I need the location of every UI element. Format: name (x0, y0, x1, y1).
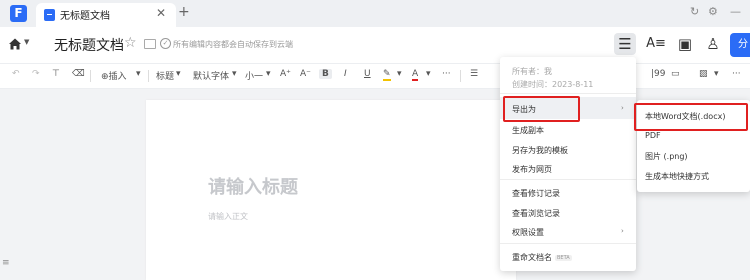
font-size-select[interactable]: 小一 (245, 69, 263, 82)
more-options-icon[interactable]: ··· (732, 69, 741, 79)
close-icon[interactable]: ✕ (156, 6, 166, 20)
redo-icon[interactable]: ↷ (32, 69, 40, 79)
chevron-down-icon[interactable]: ▼ (24, 38, 29, 46)
toolbar-divider (460, 70, 461, 82)
sync-icon[interactable]: ↻ (690, 5, 699, 18)
bold-button[interactable]: B (319, 69, 332, 79)
minimize-icon[interactable]: — (730, 5, 741, 18)
menu-divider (500, 243, 636, 244)
share-button[interactable]: 分 (730, 33, 750, 57)
undo-icon[interactable]: ↶ (12, 69, 20, 79)
format-toolbar: ↶ ↷ ⊤ ⌫ ⊕插入 ▾ 标题 ▾ 默认字体 ▾ 小一 ▾ A⁺ A⁻ B I… (0, 64, 750, 89)
menu-item-export-label: 导出为 (512, 105, 536, 114)
menu-item-view-browse[interactable]: 查看浏览记录 (512, 208, 560, 219)
font-select[interactable]: 默认字体 (193, 69, 229, 82)
check-circle-icon: ✓ (160, 38, 171, 49)
document-page[interactable]: 请输入标题 请输入正文 (146, 100, 516, 280)
export-word-option[interactable]: 本地Word文档(.docx) (645, 111, 725, 122)
browser-tab-bar: F 无标题文档 ✕ + ↻ ⚙ — (0, 0, 750, 27)
chevron-right-icon: › (621, 104, 624, 112)
insert-button[interactable]: ⊕插入 (101, 69, 127, 82)
bullet-list-icon[interactable]: ☰ (470, 69, 478, 79)
document-header: ▼ 无标题文档 ☆ ✓ 所有编辑内容都会自动保存到云端 ☰ A≡ ▣ ♙ 分 (0, 27, 750, 64)
star-icon[interactable]: ☆ (124, 35, 137, 51)
menu-item-save-as-template[interactable]: 另存为我的模板 (512, 145, 568, 156)
outline-toggle-icon[interactable]: ≡ (2, 258, 10, 268)
home-icon[interactable] (8, 37, 22, 51)
tab-title: 无标题文档 (60, 11, 110, 22)
chevron-right-icon: › (621, 227, 624, 235)
title-placeholder[interactable]: 请输入标题 (208, 173, 298, 199)
decrease-font-icon[interactable]: A⁻ (300, 69, 311, 79)
present-button[interactable]: ▣ (674, 33, 696, 55)
more-button[interactable]: ··· (442, 69, 451, 79)
menu-item-view-revisions[interactable]: 查看修订记录 (512, 188, 560, 199)
highlight-icon[interactable]: ✎ (383, 69, 391, 81)
image-icon[interactable]: ▨ (699, 69, 708, 79)
app-logo-icon[interactable]: F (10, 5, 27, 22)
created-time-text: 创建时间：2023-8-11 (512, 80, 594, 89)
text-format-button[interactable]: A≡ (645, 33, 667, 55)
document-title[interactable]: 无标题文档 (54, 35, 124, 55)
menu-item-publish-web[interactable]: 发布为网页 (512, 164, 552, 175)
font-color-icon[interactable]: A (412, 69, 419, 81)
chevron-down-icon[interactable]: ▾ (397, 69, 402, 79)
chevron-down-icon[interactable]: ▾ (714, 69, 719, 79)
menu-item-generate-copy[interactable]: 生成副本 (512, 125, 544, 136)
menu-item-rename[interactable]: 重命文档名 BETA (512, 252, 572, 263)
menu-item-rename-label: 重命文档名 (512, 253, 552, 262)
export-submenu: 本地Word文档(.docx) PDF 图片 (.png) 生成本地快捷方式 (634, 100, 750, 192)
export-pdf-option[interactable]: PDF (645, 131, 661, 140)
quote-icon[interactable]: |99 (651, 69, 665, 79)
save-status-text: 所有编辑内容都会自动保存到云端 (173, 40, 293, 49)
document-menu: 所有者：我 创建时间：2023-8-11 导出为 › 生成副本 另存为我的模板 … (500, 57, 636, 271)
eraser-icon[interactable]: ⌫ (72, 69, 85, 79)
tab-document[interactable]: 无标题文档 ✕ (36, 3, 176, 27)
chevron-down-icon[interactable]: ▾ (136, 69, 141, 79)
menu-button[interactable]: ☰ (614, 33, 636, 55)
menu-divider (500, 179, 636, 180)
document-icon (44, 9, 55, 21)
menu-divider (500, 93, 636, 94)
chevron-down-icon[interactable]: ▾ (176, 69, 181, 79)
add-collaborator-button[interactable]: ♙ (702, 33, 724, 55)
folder-icon[interactable] (144, 39, 156, 49)
format-painter-icon[interactable]: ⊤ (52, 69, 60, 79)
menu-item-permissions[interactable]: 权限设置 (512, 227, 544, 238)
toolbar-divider (148, 70, 149, 82)
export-image-option[interactable]: 图片 (.png) (645, 151, 688, 162)
underline-button[interactable]: U (364, 69, 371, 79)
export-shortcut-option[interactable]: 生成本地快捷方式 (645, 171, 709, 182)
body-placeholder[interactable]: 请输入正文 (208, 211, 248, 222)
owner-text: 所有者：我 (512, 67, 552, 76)
new-tab-button[interactable]: + (178, 4, 190, 20)
italic-button[interactable]: I (344, 69, 347, 79)
chevron-down-icon[interactable]: ▾ (232, 69, 237, 79)
increase-font-icon[interactable]: A⁺ (280, 69, 291, 79)
gear-icon[interactable]: ⚙ (708, 5, 718, 18)
beta-badge: BETA (555, 255, 572, 261)
comment-icon[interactable]: ▭ (671, 69, 680, 79)
heading-select[interactable]: 标题 (156, 69, 174, 82)
chevron-down-icon[interactable]: ▾ (266, 69, 271, 79)
chevron-down-icon[interactable]: ▾ (426, 69, 431, 79)
toolbar-divider (90, 70, 91, 82)
